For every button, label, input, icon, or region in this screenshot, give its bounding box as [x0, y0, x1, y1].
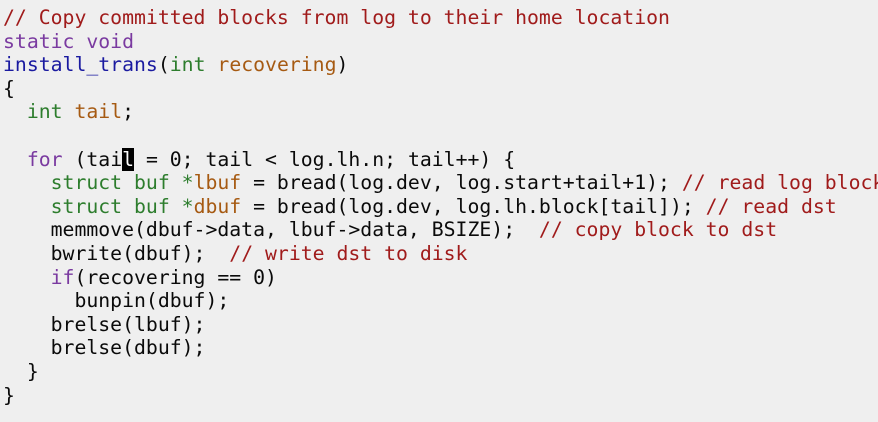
text-cursor: l — [122, 147, 135, 171]
code-token: // copy block to dst — [538, 218, 778, 242]
code-line: brelse(dbuf); — [3, 336, 878, 360]
code-token: ( — [157, 53, 170, 77]
code-line: bwrite(dbuf); // write dst to disk — [3, 242, 878, 266]
code-token: dbuf — [193, 194, 242, 218]
code-token: // write dst to disk — [229, 241, 468, 265]
code-token: tail — [74, 100, 123, 124]
code-token: brelse(lbuf); — [3, 312, 206, 336]
code-token: recovering — [217, 53, 337, 77]
code-token: (recovering == 0) — [74, 265, 277, 289]
code-line: brelse(lbuf); — [3, 313, 878, 337]
code-token: int — [169, 53, 206, 77]
code-token: if — [50, 265, 75, 289]
code-token: = 0; tail < log.lh.n; tail++) { — [134, 147, 516, 171]
code-token: int — [26, 100, 63, 124]
code-line: struct buf *lbuf = bread(log.dev, log.st… — [3, 171, 878, 195]
code-token: } — [3, 359, 39, 383]
code-token: // read log block — [681, 171, 878, 195]
code-line: for (tail = 0; tail < log.lh.n; tail++) … — [3, 147, 878, 172]
code-line: static void — [3, 30, 878, 54]
code-token: lbuf — [193, 171, 242, 195]
code-token: for — [26, 147, 63, 171]
code-line: struct buf *dbuf = bread(log.dev, log.lh… — [3, 195, 878, 219]
code-token: struct buf * — [50, 171, 194, 195]
code-token: ) — [336, 53, 349, 77]
code-token: // Copy committed blocks from log to the… — [3, 6, 670, 29]
code-token: } — [3, 383, 15, 407]
code-token: static void — [3, 29, 135, 53]
code-token: = bread(log.dev, log.start+tail+1); — [241, 171, 682, 195]
code-line: install_trans(int recovering) — [3, 53, 878, 77]
code-token: // read dst — [705, 194, 837, 218]
code-token: bwrite(dbuf); — [3, 241, 230, 265]
code-line: // Copy committed blocks from log to the… — [3, 6, 878, 30]
code-token: { — [3, 76, 15, 100]
code-line: int tail; — [3, 100, 878, 124]
code-line: bunpin(dbuf); — [3, 289, 878, 313]
code-token: bunpin(dbuf); — [3, 289, 230, 313]
code-token: brelse(dbuf); — [3, 336, 206, 360]
code-token: ; — [122, 100, 135, 124]
code-token: install_trans — [3, 53, 158, 77]
code-line: } — [3, 360, 878, 384]
code-token: struct buf * — [50, 194, 194, 218]
code-line: { — [3, 77, 878, 101]
code-token: memmove(dbuf->data, lbuf->data, BSIZE); — [3, 218, 539, 242]
code-token: = bread(log.dev, log.lh.block[tail]); — [241, 194, 706, 218]
code-line: if(recovering == 0) — [3, 266, 878, 290]
code-token: (tai — [62, 147, 123, 171]
code-line: memmove(dbuf->data, lbuf->data, BSIZE); … — [3, 218, 878, 242]
code-editor[interactable]: // Copy committed blocks from log to the… — [0, 0, 878, 422]
code-line: } — [3, 384, 878, 408]
